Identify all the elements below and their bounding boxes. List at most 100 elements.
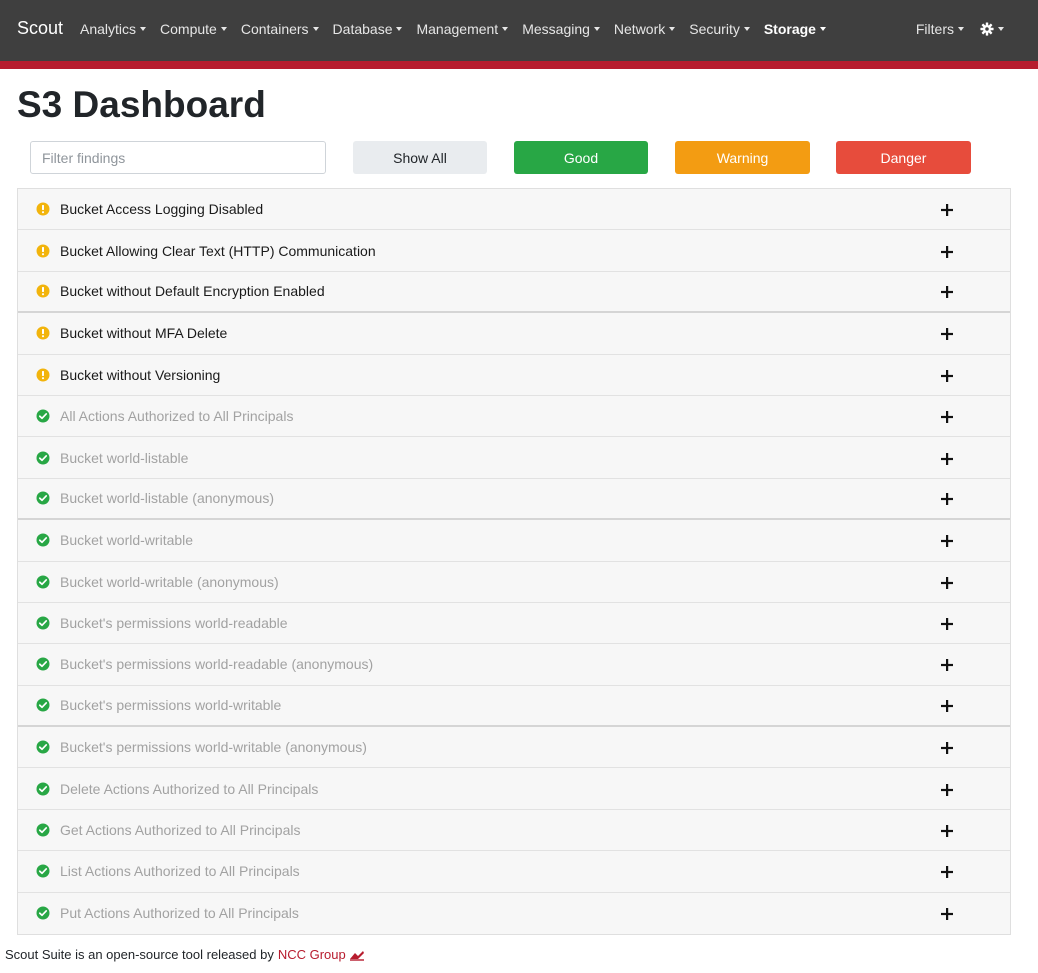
nav-item-containers[interactable]: Containers bbox=[241, 21, 319, 37]
caret-down-icon bbox=[593, 27, 600, 31]
nav-item-label: Containers bbox=[240, 21, 309, 37]
plus-icon[interactable] bbox=[941, 659, 953, 672]
filters-menu-label: Filters bbox=[915, 21, 954, 37]
finding-row[interactable]: Bucket Allowing Clear Text (HTTP) Commun… bbox=[18, 230, 1010, 272]
settings-menu[interactable] bbox=[980, 22, 1004, 36]
plus-icon[interactable] bbox=[941, 369, 953, 382]
show-all-button[interactable]: Show All bbox=[353, 141, 487, 174]
finding-row[interactable]: Bucket without Default Encryption Enable… bbox=[18, 272, 1010, 314]
check-circle-icon bbox=[36, 906, 50, 920]
finding-row[interactable]: Bucket's permissions world-writable (ano… bbox=[18, 727, 1010, 769]
plus-icon[interactable] bbox=[941, 742, 953, 755]
nav-menu: Analytics Compute Containers Database Manage… bbox=[80, 0, 840, 58]
finding-label: Bucket world-writable (anonymous) bbox=[60, 573, 279, 590]
caret-down-icon bbox=[669, 27, 676, 31]
caret-down-icon bbox=[396, 27, 403, 31]
caret-down-icon bbox=[998, 27, 1004, 31]
warning-filter-button[interactable]: Warning bbox=[675, 141, 810, 174]
findings-list: Bucket Access Logging Disabled Bucket All… bbox=[17, 188, 1011, 936]
finding-row[interactable]: Delete Actions Authorized to All Princip… bbox=[18, 768, 1010, 810]
nav-item-label: Analytics bbox=[80, 21, 137, 37]
finding-label: Bucket without Default Encryption Enable… bbox=[60, 283, 325, 300]
finding-row[interactable]: Bucket's permissions world-writable bbox=[18, 686, 1010, 728]
finding-row[interactable]: Bucket's permissions world-readable bbox=[18, 603, 1010, 645]
nav-item-label: Management bbox=[416, 21, 499, 37]
check-circle-icon bbox=[36, 657, 50, 671]
ncc-group-link[interactable]: NCC Group bbox=[278, 947, 346, 962]
finding-row[interactable]: Bucket world-writable (anonymous) bbox=[18, 562, 1010, 603]
filters-menu[interactable]: Filters bbox=[916, 21, 964, 37]
finding-row[interactable]: Bucket world-listable bbox=[18, 437, 1010, 479]
nav-item-label: Messaging bbox=[522, 21, 590, 37]
page-title: S3 Dashboard bbox=[17, 84, 266, 125]
nav-item-network[interactable]: Network bbox=[613, 21, 676, 37]
plus-icon[interactable] bbox=[941, 328, 953, 341]
finding-label: Bucket's permissions world-readable (ano… bbox=[60, 656, 374, 673]
finding-label: Bucket's permissions world-writable bbox=[60, 697, 282, 714]
plus-icon[interactable] bbox=[941, 783, 953, 796]
check-circle-icon bbox=[36, 409, 50, 423]
check-circle-icon bbox=[36, 575, 50, 589]
nav-item-label: Network bbox=[613, 21, 666, 37]
finding-label: Bucket without MFA Delete bbox=[60, 325, 228, 342]
check-circle-icon bbox=[36, 782, 50, 796]
caret-down-icon bbox=[743, 27, 750, 31]
finding-row[interactable]: Bucket's permissions world-readable (ano… bbox=[18, 644, 1010, 686]
plus-icon[interactable] bbox=[941, 908, 953, 921]
finding-label: Put Actions Authorized to All Principals bbox=[60, 905, 299, 922]
finding-label: Bucket Access Logging Disabled bbox=[60, 201, 264, 218]
plus-icon[interactable] bbox=[941, 825, 953, 838]
finding-row[interactable]: List Actions Authorized to All Principal… bbox=[18, 851, 1010, 893]
plus-icon[interactable] bbox=[941, 452, 953, 465]
plus-icon[interactable] bbox=[941, 535, 953, 548]
danger-filter-button[interactable]: Danger bbox=[836, 141, 971, 174]
finding-label: List Actions Authorized to All Principal… bbox=[60, 863, 300, 880]
plus-icon[interactable] bbox=[941, 411, 953, 424]
nav-item-security[interactable]: Security bbox=[689, 21, 750, 37]
check-circle-icon bbox=[36, 451, 50, 465]
finding-label: All Actions Authorized to All Principals bbox=[60, 408, 294, 425]
finding-row[interactable]: Bucket Access Logging Disabled bbox=[18, 189, 1010, 231]
finding-row[interactable]: Bucket without Versioning bbox=[18, 355, 1010, 396]
plus-icon[interactable] bbox=[941, 493, 953, 506]
footer: Scout Suite is an open-source tool relea… bbox=[5, 947, 365, 962]
nav-item-storage[interactable]: Storage bbox=[764, 21, 826, 37]
warning-icon bbox=[36, 326, 50, 340]
plus-icon[interactable] bbox=[941, 286, 953, 299]
nav-item-compute[interactable]: Compute bbox=[160, 21, 227, 37]
finding-row[interactable]: Put Actions Authorized to All Principals bbox=[18, 893, 1010, 934]
check-circle-icon bbox=[36, 616, 50, 630]
finding-label: Bucket's permissions world-readable bbox=[60, 615, 288, 632]
top-navbar: Scout Analytics Compute Containers Database… bbox=[0, 0, 1038, 61]
plus-icon[interactable] bbox=[941, 866, 953, 879]
plus-icon[interactable] bbox=[941, 576, 953, 589]
finding-row[interactable]: Bucket world-listable (anonymous) bbox=[18, 479, 1010, 521]
nav-item-label: Storage bbox=[763, 21, 816, 37]
finding-row[interactable]: All Actions Authorized to All Principals bbox=[18, 396, 1010, 438]
nav-item-database[interactable]: Database bbox=[333, 21, 403, 37]
warning-icon bbox=[36, 244, 50, 258]
nav-item-messaging[interactable]: Messaging bbox=[522, 21, 600, 37]
finding-label: Bucket world-listable bbox=[60, 449, 189, 466]
warning-icon bbox=[36, 202, 50, 216]
plus-icon[interactable] bbox=[941, 618, 953, 631]
nav-right: Filters bbox=[900, 0, 1004, 58]
filter-findings-input[interactable] bbox=[30, 141, 326, 174]
navbar-accent-bar bbox=[0, 61, 1038, 69]
finding-row[interactable]: Bucket without MFA Delete bbox=[18, 313, 1010, 355]
check-circle-icon bbox=[36, 533, 50, 547]
caret-down-icon bbox=[312, 27, 319, 31]
good-filter-button[interactable]: Good bbox=[514, 141, 648, 174]
finding-row[interactable]: Get Actions Authorized to All Principals bbox=[18, 810, 1010, 852]
caret-down-icon bbox=[819, 27, 826, 31]
nav-item-management[interactable]: Management bbox=[416, 21, 509, 37]
caret-down-icon bbox=[140, 27, 147, 31]
finding-row[interactable]: Bucket world-writable bbox=[18, 520, 1010, 562]
finding-label: Bucket world-listable (anonymous) bbox=[60, 490, 274, 507]
plus-icon[interactable] bbox=[941, 700, 953, 713]
caret-down-icon bbox=[958, 27, 964, 31]
brand-logo[interactable]: Scout bbox=[17, 18, 63, 39]
nav-item-analytics[interactable]: Analytics bbox=[80, 21, 147, 37]
plus-icon[interactable] bbox=[941, 245, 953, 258]
plus-icon[interactable] bbox=[941, 204, 953, 217]
